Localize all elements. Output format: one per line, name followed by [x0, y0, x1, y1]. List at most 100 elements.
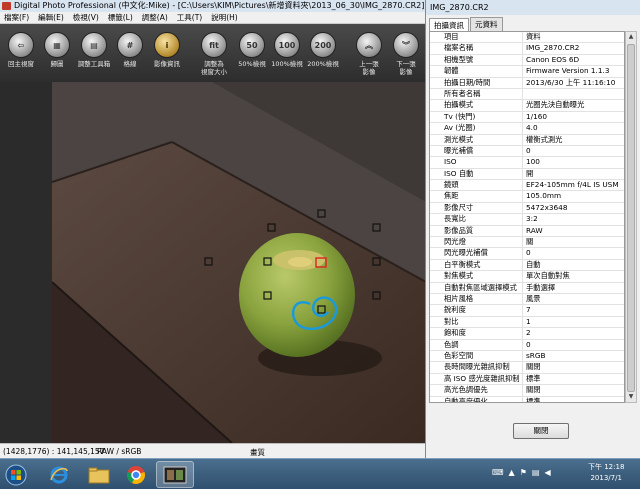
table-row[interactable]: 高光色調優先 關閉 [430, 385, 624, 397]
row-value: 2013/6/30 上午 11:16:10 [526, 77, 616, 87]
table-row[interactable]: ISO 100 [430, 157, 624, 169]
row-value: sRGB [526, 350, 546, 360]
row-key: 影像尺寸 [430, 202, 523, 214]
menu-edit[interactable]: 編輯(E) [38, 12, 64, 23]
row-value: 0 [526, 339, 531, 349]
fit-window-button[interactable]: fit 調整為 視窗大小 [195, 32, 233, 76]
image-info-panel: IMG_2870.CR2 拍攝資訊 元資料 項目 資料 檔案名稱 IMG_2870… [425, 0, 640, 458]
view-50-button[interactable]: 50 50%檢視 [233, 32, 271, 68]
main-window-button[interactable]: ⇦ 回主視窗 [2, 32, 40, 68]
menu-file[interactable]: 檔案(F) [4, 12, 29, 23]
table-row[interactable]: 影像品質 RAW [430, 225, 624, 238]
table-row[interactable]: 對焦模式 單次自動對焦 [430, 271, 624, 283]
table-row[interactable]: 焦距 105.0mm [430, 191, 624, 203]
next-image-button[interactable]: ︾ 下一張 影像 [387, 32, 425, 76]
info-scrollbar[interactable]: ▲ ▼ [625, 31, 637, 403]
clock[interactable]: 下午 12:18 2013/7/1 [588, 462, 624, 484]
show-hidden-icon[interactable]: ▲ [509, 468, 515, 477]
row-key: ISO 自動 [430, 168, 523, 180]
row-key: Tv (快門) [430, 111, 523, 123]
row-value: 開 [526, 168, 534, 178]
table-row[interactable]: 相機型號 Canon EOS 6D [430, 54, 624, 67]
scroll-up-icon[interactable]: ▲ [626, 32, 636, 42]
table-header: 項目 資料 [430, 32, 624, 44]
close-button[interactable]: 關閉 [513, 423, 569, 439]
table-row[interactable]: 白平衡模式 自動 [430, 259, 624, 272]
dpp-window: Digital Photo Professional (中文化:Mike) - … [0, 0, 428, 458]
taskbar: ⌨ ▲ ⚑ ▤ ◀ 下午 12:18 2013/7/1 [0, 458, 640, 489]
view-200-button[interactable]: 200 200%檢視 [304, 32, 342, 68]
taskbar-ie[interactable] [40, 461, 78, 488]
start-button[interactable] [2, 461, 30, 488]
table-row[interactable]: 自動亮度優化 標準 [430, 396, 624, 402]
table-row[interactable]: 韌體 Firmware Version 1.1.3 [430, 66, 624, 78]
table-row[interactable]: 曝光補償 0 [430, 145, 624, 158]
row-value: 1/160 [526, 111, 548, 121]
keyboard-icon[interactable]: ⌨ [492, 468, 504, 477]
table-row[interactable]: 長寬比 3:2 [430, 214, 624, 226]
tab-metadata[interactable]: 元資料 [470, 17, 503, 31]
taskbar-explorer[interactable] [80, 461, 118, 488]
fit-icon: fit [201, 32, 227, 58]
table-row[interactable]: 長時間曝光雜訊抑制 關閉 [430, 362, 624, 374]
info-panel-title: IMG_2870.CR2 [426, 0, 640, 15]
table-row[interactable]: 閃光曝光補償 0 [430, 248, 624, 260]
row-key: 相機型號 [430, 54, 523, 66]
tab-shooting-info[interactable]: 拍攝資訊 [429, 18, 469, 32]
row-value: Canon EOS 6D [526, 54, 580, 64]
row-key: 韌體 [430, 66, 523, 77]
table-row[interactable]: 拍攝模式 光圈先決自動曝光 [430, 100, 624, 112]
prev-image-button[interactable]: ︽ 上一張 影像 [350, 32, 388, 76]
table-row[interactable]: 飽和度 2 [430, 328, 624, 340]
menu-view[interactable]: 檢視(V) [73, 12, 99, 23]
row-value: RAW [526, 225, 543, 235]
table-row[interactable]: Av (光圈) 4.0 [430, 123, 624, 135]
row-key: 自動對焦區域選擇模式 [430, 282, 523, 293]
thumbnail-button[interactable]: ▦ 歸圖 [38, 32, 76, 68]
image-canvas[interactable] [52, 82, 426, 443]
tool-palette-button[interactable]: ▤ 調整工具箱 [75, 32, 113, 68]
table-row[interactable]: 自動對焦區域選擇模式 手動選擇 [430, 282, 624, 294]
table-row[interactable]: 拍攝日期/時間 2013/6/30 上午 11:16:10 [430, 77, 624, 89]
grid-button[interactable]: # 格線 [111, 32, 149, 68]
image-info-button[interactable]: i 影像資訊 [148, 32, 186, 68]
row-value: 0 [526, 145, 531, 155]
row-value: 3:2 [526, 214, 538, 224]
table-row[interactable]: Tv (快門) 1/160 [430, 111, 624, 124]
table-row[interactable]: 閃光燈關 [430, 237, 624, 249]
table-row[interactable]: 色調 0 [430, 339, 624, 351]
taskbar-chrome[interactable] [117, 461, 155, 488]
network-icon[interactable]: ▤ [532, 468, 540, 477]
table-row[interactable]: 影像尺寸 5472x3648 [430, 202, 624, 215]
row-key: 閃光曝光補償 [430, 248, 523, 259]
row-value: IMG_2870.CR2 [526, 43, 580, 53]
row-value: 4.0 [526, 123, 538, 133]
menu-label[interactable]: 標籤(L) [108, 12, 133, 23]
table-row[interactable]: 相片風格 風景 [430, 293, 624, 306]
table-row[interactable]: 所有者名稱 [430, 88, 624, 101]
table-row[interactable]: 對比 1 [430, 316, 624, 329]
scroll-down-icon[interactable]: ▼ [626, 392, 636, 402]
table-row[interactable]: 高 ISO 感光度雜訊抑制 標準 [430, 373, 624, 386]
row-value: 關閉 [526, 385, 541, 395]
table-row[interactable]: 測光模式 權衡式測光 [430, 134, 624, 146]
row-key: 自動亮度優化 [430, 396, 523, 402]
menu-adjust[interactable]: 調整(A) [142, 12, 168, 23]
table-row[interactable]: ISO 自動開 [430, 168, 624, 181]
scroll-thumb[interactable] [627, 44, 635, 392]
volume-icon[interactable]: ◀ [544, 468, 550, 477]
table-row[interactable]: 色彩空間 sRGB [430, 350, 624, 363]
view-100-button[interactable]: 100 100%檢視 [268, 32, 306, 68]
row-key: 焦距 [430, 191, 523, 202]
table-row[interactable]: 銳利度 7 [430, 305, 624, 317]
info-tabs: 拍攝資訊 元資料 [429, 17, 504, 32]
row-value: Firmware Version 1.1.3 [526, 66, 610, 76]
row-key: 相片風格 [430, 293, 523, 305]
taskbar-dpp[interactable] [156, 461, 194, 488]
menu-help[interactable]: 說明(H) [211, 12, 238, 23]
table-row[interactable]: 檔案名稱 IMG_2870.CR2 [430, 43, 624, 55]
flag-icon[interactable]: ⚑ [520, 468, 527, 477]
table-row[interactable]: 鏡頭 EF24-105mm f/4L IS USM [430, 180, 624, 192]
quality-label: 畫質 [250, 448, 265, 457]
menu-tools[interactable]: 工具(T) [177, 12, 202, 23]
